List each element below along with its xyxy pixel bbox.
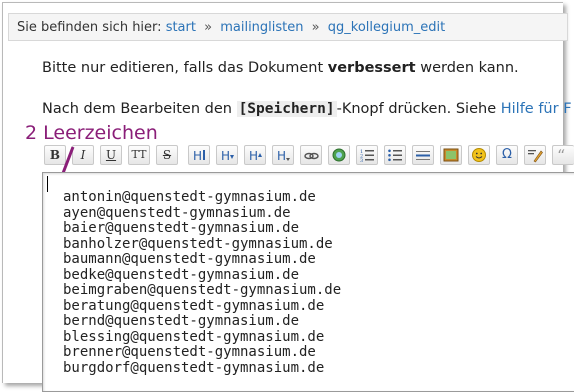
insert-image-button[interactable] [440, 145, 462, 165]
strikethrough-button[interactable]: S [156, 145, 178, 165]
signature-pen-icon [528, 150, 543, 163]
svg-text:H: H [193, 149, 202, 163]
editor-line: ayen@quenstedt-gymnasium.de [63, 204, 291, 221]
heading-higher-button[interactable]: H [244, 145, 266, 165]
editor-line: blessing@quenstedt-gymnasium.de [63, 328, 325, 345]
save-notice-text: Nach dem Bearbeiten den [42, 101, 237, 117]
save-notice: Nach dem Bearbeiten den [Speichern] -Knop… [42, 101, 572, 117]
editor-line: baier@quenstedt-gymnasium.de [63, 220, 300, 236]
monospace-button[interactable]: TT [128, 145, 150, 165]
heading-down-icon: H [221, 149, 234, 163]
editor-line: beratung@quenstedt-gymnasium.de [63, 297, 325, 314]
editor-line: bernd@quenstedt-gymnasium.de [63, 313, 300, 329]
external-link-button[interactable] [328, 145, 350, 165]
unordered-list-icon [388, 149, 402, 162]
breadcrumb-mailinglisten-link[interactable]: mailinglisten [220, 20, 303, 35]
edit-notice-text-end: werden kann. [415, 60, 519, 76]
breadcrumb-current-link[interactable]: qg_kollegium_edit [328, 20, 445, 35]
text-cursor [47, 176, 48, 192]
editor-line: baumann@quenstedt-gymnasium.de [63, 251, 316, 267]
horizontal-rule-icon [416, 151, 430, 160]
unordered-list-button[interactable] [384, 145, 406, 165]
save-notice-text-end: -Knopf drücken. Siehe [336, 101, 501, 117]
editor-toolbar: B I U TT S H H H H 123 Ω “ [42, 145, 574, 167]
editor-content: antonin@quenstedt-gymnasium.de ayen@quen… [63, 189, 342, 376]
svg-text:H: H [221, 149, 230, 163]
underline-button[interactable]: U [100, 145, 122, 165]
horizontal-rule-button[interactable] [412, 145, 434, 165]
editor-line: bedke@quenstedt-gymnasium.de [63, 266, 300, 283]
editor-line: banholzer@quenstedt-gymnasium.de [63, 235, 333, 252]
editor-line: antonin@quenstedt-gymnasium.de [63, 189, 316, 205]
heading-icon: H [193, 149, 205, 163]
signature-button[interactable] [524, 145, 546, 165]
ordered-list-icon: 123 [360, 149, 374, 163]
ordered-list-button[interactable]: 123 [356, 145, 378, 165]
edit-notice-text: Bitte nur editieren, falls das Dokument [42, 60, 328, 76]
svg-text:3: 3 [360, 158, 363, 163]
svg-text:H: H [249, 149, 258, 163]
svg-text:“: “ [557, 147, 565, 163]
breadcrumb-prefix: Sie befinden sich hier: [17, 20, 162, 35]
omega-icon: Ω [502, 147, 512, 162]
annotation-label: 2 Leerzeichen [25, 122, 158, 144]
quote-icon: “ [557, 147, 565, 163]
smiley-button[interactable] [468, 145, 490, 165]
heading-menu-button[interactable]: H [272, 145, 294, 165]
edit-notice-bold: verbessert [327, 60, 416, 76]
quote-button[interactable]: “ [552, 145, 574, 165]
breadcrumb-separator: » [204, 20, 213, 35]
link-icon [304, 152, 319, 160]
heading-same-level-button[interactable]: H [188, 145, 210, 165]
breadcrumb-separator: » [311, 20, 320, 35]
editor-line: beimgraben@quenstedt-gymnasium.de [63, 282, 342, 298]
svg-text:H: H [277, 149, 286, 163]
heading-lower-button[interactable]: H [216, 145, 238, 165]
image-icon [443, 148, 459, 162]
breadcrumb-start-link[interactable]: start [166, 20, 196, 35]
globe-link-icon [332, 148, 346, 162]
internal-link-button[interactable] [300, 145, 322, 165]
special-chars-button[interactable]: Ω [496, 145, 518, 165]
save-button-reference: [Speichern] [236, 101, 337, 117]
heading-up-icon: H [249, 149, 262, 163]
breadcrumb: Sie befinden sich hier: start » mailingl… [8, 13, 568, 41]
edit-notice: Bitte nur editieren, falls das Dokument … [42, 60, 519, 76]
smiley-icon [472, 148, 486, 162]
editor-line: burgdorf@quenstedt-gymnasium.de [63, 359, 325, 376]
heading-select-icon: H [277, 149, 290, 163]
help-link[interactable]: Hilfe für F [501, 101, 572, 117]
editor-line: brenner@quenstedt-gymnasium.de [63, 344, 316, 360]
